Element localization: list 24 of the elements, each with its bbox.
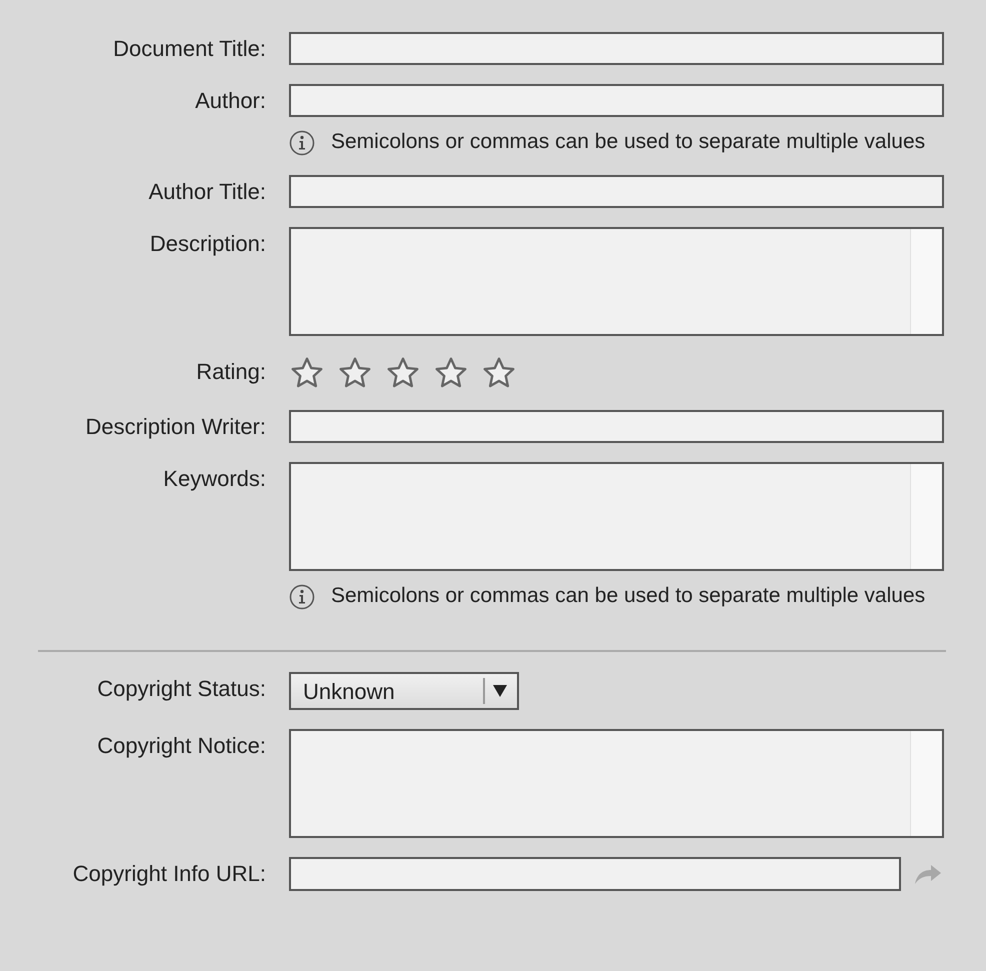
field-label: Author:: [195, 87, 266, 115]
text-field[interactable]: [289, 32, 944, 65]
hint-text: Semicolons or commas can be used to separate multiple values: [331, 583, 926, 609]
hint-text: Semicolons or commas can be used to separate multiple values: [331, 129, 926, 155]
text-field[interactable]: [289, 175, 944, 208]
field-label: Copyright Status:: [97, 675, 266, 703]
status-dropdown[interactable]: Unknown: [289, 672, 519, 710]
field-label: Document Title:: [113, 35, 266, 63]
field-label: Description Writer:: [85, 413, 266, 441]
dropdown-caret-icon: [493, 685, 507, 697]
url-field[interactable]: [289, 857, 901, 891]
field-label: Author Title:: [148, 178, 266, 206]
text-field[interactable]: [289, 410, 944, 443]
field-label: Keywords:: [163, 465, 266, 493]
field-label: Copyright Info URL:: [72, 860, 266, 888]
text-field[interactable]: [289, 84, 944, 117]
text-area[interactable]: [289, 462, 944, 571]
field-label: Rating:: [196, 358, 266, 386]
info-icon: [289, 130, 315, 156]
text-area[interactable]: [289, 729, 944, 838]
field-label: Description:: [150, 230, 266, 258]
field-label: Copyright Notice:: [97, 732, 266, 760]
info-icon: [289, 584, 315, 610]
text-area[interactable]: [289, 227, 944, 336]
